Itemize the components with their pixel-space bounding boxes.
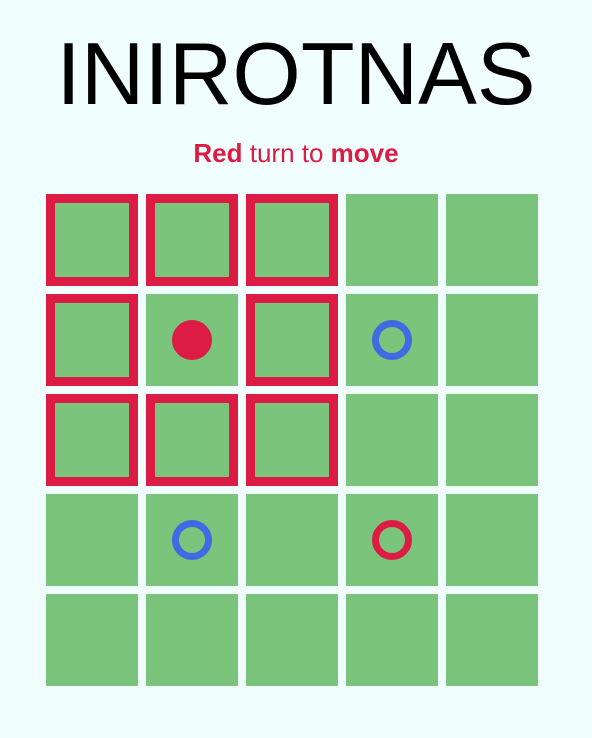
board-cell-r2-c2-highlighted[interactable] [246, 394, 338, 486]
game-title: INIROTNAS [56, 24, 536, 123]
board-cell-r3-c0[interactable] [46, 494, 138, 586]
current-player-label: Red [193, 138, 243, 168]
board-cell-r2-c1-highlighted[interactable] [146, 394, 238, 486]
board-cell-r1-c2-highlighted[interactable] [246, 294, 338, 386]
board-cell-r1-c0-highlighted[interactable] [46, 294, 138, 386]
turn-action-label: move [330, 138, 399, 168]
board-cell-r2-c3[interactable] [346, 394, 438, 486]
status-middle-text: turn to [242, 138, 331, 168]
board-cell-r1-c4[interactable] [446, 294, 538, 386]
board-cell-r0-c1-highlighted[interactable] [146, 194, 238, 286]
blue-ring-piece[interactable] [372, 320, 412, 360]
board-cell-r4-c0[interactable] [46, 594, 138, 686]
board-cell-r4-c2[interactable] [246, 594, 338, 686]
board-cell-r3-c4[interactable] [446, 494, 538, 586]
board-cell-r2-c0-highlighted[interactable] [46, 394, 138, 486]
board-cell-r0-c2-highlighted[interactable] [246, 194, 338, 286]
board-cell-r3-c2[interactable] [246, 494, 338, 586]
board-cell-r3-c3[interactable] [346, 494, 438, 586]
turn-status: Red turn to move [0, 136, 592, 170]
board-cell-r4-c3[interactable] [346, 594, 438, 686]
board-cell-r3-c1[interactable] [146, 494, 238, 586]
board-cell-r0-c3[interactable] [346, 194, 438, 286]
board-cell-r0-c4[interactable] [446, 194, 538, 286]
board-cell-r0-c0-highlighted[interactable] [46, 194, 138, 286]
board-cell-r1-c1[interactable] [146, 294, 238, 386]
board-cell-r1-c3[interactable] [346, 294, 438, 386]
board-cell-r4-c4[interactable] [446, 594, 538, 686]
blue-ring-piece[interactable] [172, 520, 212, 560]
game-board [46, 194, 538, 686]
red-ring-piece[interactable] [372, 520, 412, 560]
red-filled-piece[interactable] [172, 320, 212, 360]
board-cell-r2-c4[interactable] [446, 394, 538, 486]
board-cell-r4-c1[interactable] [146, 594, 238, 686]
